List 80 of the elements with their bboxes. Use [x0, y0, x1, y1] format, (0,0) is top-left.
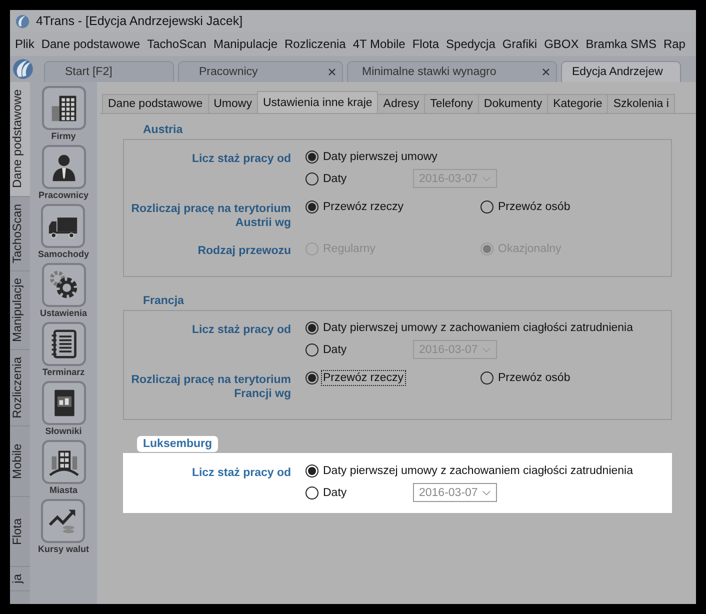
radio-button[interactable]	[305, 464, 319, 478]
content-tab[interactable]: Ustawienia inne kraje	[256, 91, 378, 113]
menu-item[interactable]: Grafiki	[502, 37, 538, 51]
menu-item[interactable]: GBOX	[544, 37, 579, 51]
radio-button[interactable]	[305, 371, 319, 385]
radio-label[interactable]: Przewóz rzeczy	[322, 200, 405, 214]
launcher-label: Samochody	[38, 249, 89, 259]
menu-item[interactable]: Flota	[412, 37, 440, 51]
field-label: Rozliczaj pracę na terytorium Francji wg	[130, 373, 291, 401]
radio-label[interactable]: Daty	[322, 172, 394, 186]
launcher-button[interactable]	[41, 499, 86, 543]
document-tab[interactable]: Start [F2]	[44, 61, 174, 82]
document-tab[interactable]: Edycja Andrzejew	[561, 61, 681, 82]
launcher-label: Miasta	[49, 485, 78, 495]
radio-label[interactable]: Daty pierwszej umowy z zachowaniem ciagłości zatrudnienia	[322, 321, 634, 335]
launcher-button[interactable]	[41, 204, 86, 248]
date-picker[interactable]: 2016-03-07	[413, 483, 497, 502]
gears-icon	[48, 270, 78, 300]
content-tab[interactable]: Dane podstawowe	[102, 94, 209, 113]
launcher-label: Ustawienia	[40, 308, 88, 318]
launcher-button[interactable]	[42, 263, 86, 307]
chevron-down-icon	[482, 176, 491, 182]
radio-label[interactable]: Przewóz osób	[497, 200, 572, 214]
launcher-button[interactable]	[42, 86, 86, 130]
field-label: Licz staż pracy od	[190, 466, 291, 480]
menu-item[interactable]: Rozliczenia	[284, 37, 346, 51]
radio-label[interactable]: Przewóz osób	[497, 371, 572, 385]
chevron-down-icon	[482, 490, 491, 496]
content-tab[interactable]: Kategorie	[547, 94, 608, 113]
radio-label[interactable]: Daty pierwszej umowy z zachowaniem ciagłości zatrudnienia	[322, 464, 634, 478]
launcher-label: Słowniki	[45, 426, 82, 436]
launcher-label: Terminarz	[42, 367, 85, 377]
launcher-label: Firmy	[51, 131, 76, 141]
launcher-button[interactable]	[42, 145, 86, 189]
content-tab[interactable]: Umowy	[208, 94, 258, 113]
menu-item[interactable]: TachoScan	[147, 37, 206, 51]
field-label: Rodzaj przewozu	[196, 244, 291, 258]
content-tab[interactable]: Telefony	[424, 94, 479, 113]
radio-button[interactable]	[305, 200, 319, 214]
radio-button[interactable]	[305, 321, 319, 335]
document-tab[interactable]: Pracownicy	[178, 61, 343, 82]
radio-button[interactable]	[305, 172, 319, 186]
radio-label[interactable]: Daty pierwszej umowy	[322, 150, 438, 164]
app-logo-icon	[12, 58, 34, 80]
radio-button[interactable]	[305, 486, 319, 500]
menu-item[interactable]: Plik	[15, 37, 34, 51]
radio-button[interactable]	[305, 342, 319, 356]
menu-item[interactable]: Manipulacje	[213, 37, 278, 51]
launcher-button[interactable]	[42, 381, 86, 425]
section-title: Francja	[142, 294, 185, 309]
menu-item[interactable]: Spedycja	[446, 37, 496, 51]
menu-item[interactable]: Bramka SMS	[586, 37, 656, 51]
launcher-label: Kursy walut	[38, 544, 89, 554]
menu-item[interactable]: 4T Mobile	[352, 37, 406, 51]
close-icon[interactable]	[542, 68, 550, 76]
radio-button[interactable]	[480, 200, 494, 214]
content-tab[interactable]: Dokumenty	[478, 94, 548, 113]
menu-item[interactable]: Dane podstawowe	[41, 37, 140, 51]
field-label: Licz staż pracy od	[190, 323, 291, 337]
side-tab[interactable]: Dane podstawowe	[10, 82, 30, 197]
document-tab[interactable]: Minimalne stawki wynagro	[347, 61, 557, 82]
close-icon[interactable]	[328, 68, 336, 76]
section-title: Austria	[142, 123, 184, 138]
app-logo-icon	[15, 14, 30, 28]
radio-button[interactable]	[305, 150, 319, 164]
section-title: Luksemburg	[137, 436, 218, 452]
field-label: Licz staż pracy od	[190, 152, 291, 166]
menu-item[interactable]: Rap	[663, 37, 686, 51]
window-title: 4Trans - [Edycja Andrzejewski Jacek]	[36, 14, 243, 28]
radio-button[interactable]	[480, 371, 494, 385]
chevron-down-icon	[482, 346, 491, 352]
field-label: Rozliczaj pracę na terytorium Austrii wg	[130, 202, 291, 230]
radio-label[interactable]: Daty	[322, 342, 394, 356]
radio-label[interactable]: Daty	[322, 486, 394, 500]
radio-label[interactable]: Przewóz rzeczy	[322, 371, 405, 385]
launcher-button[interactable]	[42, 440, 86, 484]
content-tab[interactable]: Adresy	[377, 94, 426, 113]
content-tab[interactable]: Szkolenia i	[607, 94, 675, 113]
launcher-button[interactable]	[42, 322, 86, 366]
launcher-label: Pracownicy	[38, 190, 89, 200]
